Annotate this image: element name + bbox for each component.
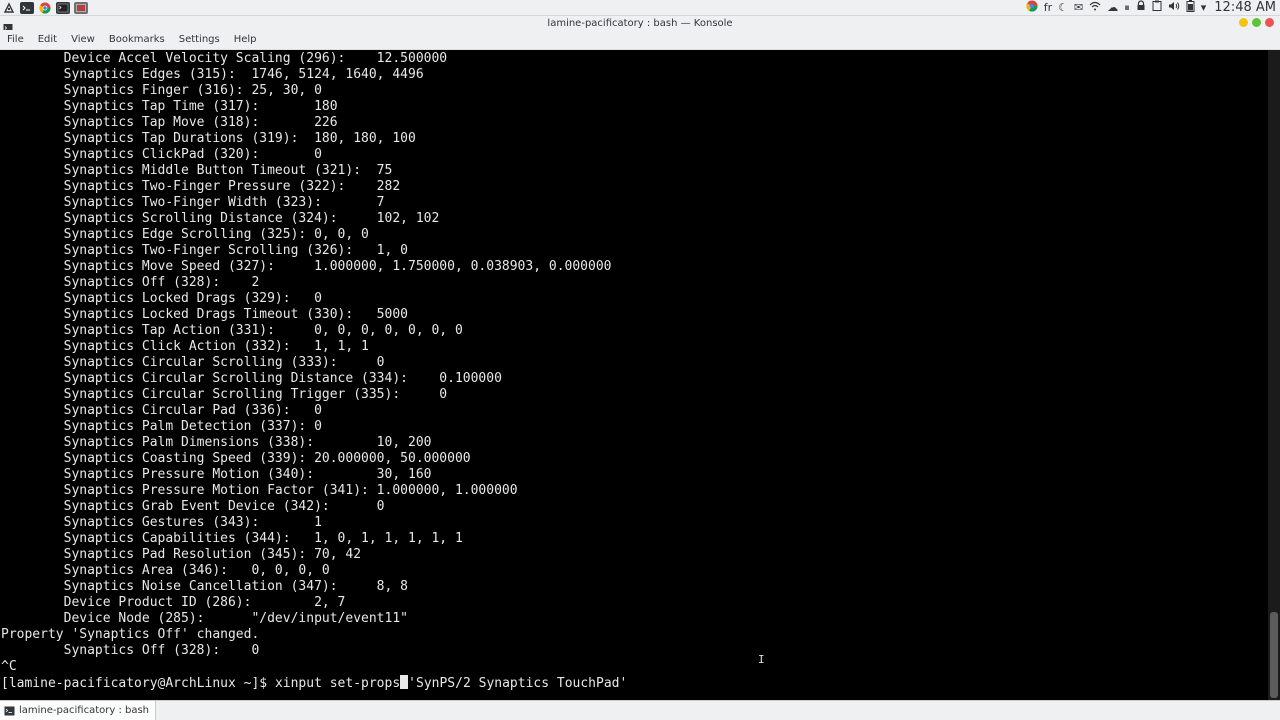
menu-help[interactable]: Help bbox=[234, 30, 264, 50]
terminal-tab-icon bbox=[4, 701, 15, 720]
terminal-line: Synaptics Area (346): 0, 0, 0, 0 bbox=[1, 563, 330, 578]
session-tab-bar: lamine-pacificatory : bash bbox=[0, 700, 1280, 720]
terminal-line: Synaptics Middle Button Timeout (321): 7… bbox=[1, 163, 393, 178]
terminal-line: Synaptics Tap Durations (319): 180, 180,… bbox=[1, 131, 416, 146]
chrome-launcher-icon[interactable] bbox=[38, 2, 52, 14]
terminal-line: Synaptics Locked Drags Timeout (330): 50… bbox=[1, 307, 408, 322]
window-task-icon[interactable] bbox=[74, 1, 88, 14]
window-title: lamine-pacificatory : bash — Konsole bbox=[547, 17, 733, 29]
terminal-line: ^C bbox=[1, 659, 17, 674]
terminal-line: Synaptics Capabilities (344): 1, 0, 1, 1… bbox=[1, 531, 463, 546]
konsole-task-icon[interactable] bbox=[56, 1, 70, 14]
command-argument-text: 'SynPS/2 Synaptics TouchPad' bbox=[408, 676, 628, 691]
terminal-line: Synaptics Tap Move (318): 226 bbox=[1, 115, 338, 130]
terminal-line: Synaptics Two-Finger Pressure (322): 282 bbox=[1, 179, 401, 194]
konsole-window-icon[interactable] bbox=[3, 18, 13, 32]
terminal-line: Synaptics Pad Resolution (345): 70, 42 bbox=[1, 547, 362, 562]
terminal-line: Synaptics Off (328): 0 bbox=[1, 643, 260, 658]
terminal-line: Synaptics Coasting Speed (339): 20.00000… bbox=[1, 451, 471, 466]
terminal-line: Synaptics Finger (316): 25, 30, 0 bbox=[1, 83, 322, 98]
terminal-line: Synaptics Two-Finger Scrolling (326): 1,… bbox=[1, 243, 408, 258]
terminal-launcher-icon[interactable] bbox=[20, 1, 34, 14]
terminal-line: Synaptics Tap Action (331): 0, 0, 0, 0, … bbox=[1, 323, 463, 338]
terminal-line: Device Accel Velocity Scaling (296): 12.… bbox=[1, 51, 448, 66]
terminal-prompt-line[interactable]: [lamine-pacificatory@ArchLinux ~]$ xinpu… bbox=[1, 675, 627, 691]
terminal-view[interactable]: Device Accel Velocity Scaling (296): 12.… bbox=[0, 50, 1268, 700]
terminal-line: Synaptics Circular Scrolling (333): 0 bbox=[1, 355, 385, 370]
terminal-line: Synaptics Move Speed (327): 1.000000, 1.… bbox=[1, 259, 612, 274]
terminal-line: Synaptics Grab Event Device (342): 0 bbox=[1, 499, 385, 514]
menu-bookmarks[interactable]: Bookmarks bbox=[109, 30, 172, 50]
terminal-line: Synaptics Palm Detection (337): 0 bbox=[1, 419, 322, 434]
terminal-line: Synaptics Circular Scrolling Trigger (33… bbox=[1, 387, 448, 402]
menu-edit[interactable]: Edit bbox=[38, 30, 64, 50]
menu-settings[interactable]: Settings bbox=[179, 30, 227, 50]
terminal-line: Synaptics Pressure Motion Factor (341): … bbox=[1, 483, 518, 498]
battery-icon[interactable] bbox=[1186, 0, 1195, 17]
session-tab[interactable]: lamine-pacificatory : bash bbox=[0, 701, 157, 720]
menu-bar: File Edit View Bookmarks Settings Help bbox=[0, 30, 1280, 50]
launcher-area bbox=[0, 0, 88, 16]
media-pause-icon[interactable]: ⏸ bbox=[1124, 0, 1130, 16]
terminal-line: Synaptics ClickPad (320): 0 bbox=[1, 147, 322, 162]
tray-expand-chevron-icon[interactable]: ▾ bbox=[1201, 0, 1207, 16]
top-panel: fr ☾ ✉ ☁ ⏸ ▾ 12:48 AM bbox=[0, 0, 1280, 16]
menu-file[interactable]: File bbox=[7, 30, 31, 50]
clipboard-icon[interactable] bbox=[1152, 0, 1162, 16]
lock-icon[interactable] bbox=[1136, 0, 1146, 16]
minimize-button[interactable] bbox=[1239, 18, 1248, 27]
wifi-icon[interactable] bbox=[1089, 0, 1101, 16]
terminal-line: Synaptics Locked Drags (329): 0 bbox=[1, 291, 322, 306]
text-cursor bbox=[400, 675, 409, 689]
terminal-line: Synaptics Click Action (332): 1, 1, 1 bbox=[1, 339, 369, 354]
terminal-line: Synaptics Edges (315): 1746, 5124, 1640,… bbox=[1, 67, 424, 82]
terminal-line: Property 'Synaptics Off' changed. bbox=[1, 627, 260, 642]
command-text: xinput set-props bbox=[274, 676, 401, 691]
volume-icon[interactable] bbox=[1168, 0, 1180, 16]
terminal-line: Synaptics Two-Finger Width (323): 7 bbox=[1, 195, 385, 210]
terminal-line: Synaptics Circular Pad (336): 0 bbox=[1, 403, 322, 418]
session-tab-label: lamine-pacificatory : bash bbox=[19, 705, 150, 716]
terminal-line: Synaptics Palm Dimensions (338): 10, 200 bbox=[1, 435, 432, 450]
mail-icon[interactable]: ✉ bbox=[1074, 0, 1083, 16]
terminal-line: Device Node (285): "/dev/input/event11" bbox=[1, 611, 408, 626]
terminal-line: Device Product ID (286): 2, 7 bbox=[1, 595, 346, 610]
night-mode-icon[interactable]: ☾ bbox=[1058, 0, 1068, 16]
terminal-line: Synaptics Pressure Motion (340): 30, 160 bbox=[1, 467, 432, 482]
cloud-icon[interactable]: ☁ bbox=[1107, 0, 1118, 16]
menu-view[interactable]: View bbox=[71, 30, 102, 50]
shell-prompt: [lamine-pacificatory@ArchLinux ~]$ bbox=[1, 676, 275, 691]
chrome-tray-icon[interactable] bbox=[1026, 0, 1038, 17]
window-controls bbox=[1239, 18, 1274, 27]
panel-clock[interactable]: 12:48 AM bbox=[1214, 0, 1276, 16]
terminal-scrollbar[interactable] bbox=[1268, 50, 1280, 700]
terminal-line: Synaptics Off (328): 2 bbox=[1, 275, 260, 290]
terminal-line: Synaptics Scrolling Distance (324): 102,… bbox=[1, 211, 440, 226]
terminal-line: Synaptics Edge Scrolling (325): 0, 0, 0 bbox=[1, 227, 369, 242]
application-launcher-icon[interactable] bbox=[2, 1, 16, 14]
terminal-line: Synaptics Gestures (343): 1 bbox=[1, 515, 322, 530]
window-titlebar[interactable]: lamine-pacificatory : bash — Konsole bbox=[0, 16, 1280, 32]
system-tray: fr ☾ ✉ ☁ ⏸ ▾ 12:48 AM bbox=[1026, 0, 1280, 16]
keyboard-layout-indicator[interactable]: fr bbox=[1044, 0, 1052, 16]
terminal-line: Synaptics Tap Time (317): 180 bbox=[1, 99, 338, 114]
mouse-ibeam-cursor: I bbox=[758, 653, 765, 666]
maximize-button[interactable] bbox=[1252, 18, 1261, 27]
close-button[interactable] bbox=[1265, 18, 1274, 27]
terminal-line: Synaptics Circular Scrolling Distance (3… bbox=[1, 371, 502, 386]
terminal-output: Device Accel Velocity Scaling (296): 12.… bbox=[1, 51, 627, 691]
terminal-line: Synaptics Noise Cancellation (347): 8, 8 bbox=[1, 579, 408, 594]
scrollbar-thumb[interactable] bbox=[1270, 612, 1278, 698]
